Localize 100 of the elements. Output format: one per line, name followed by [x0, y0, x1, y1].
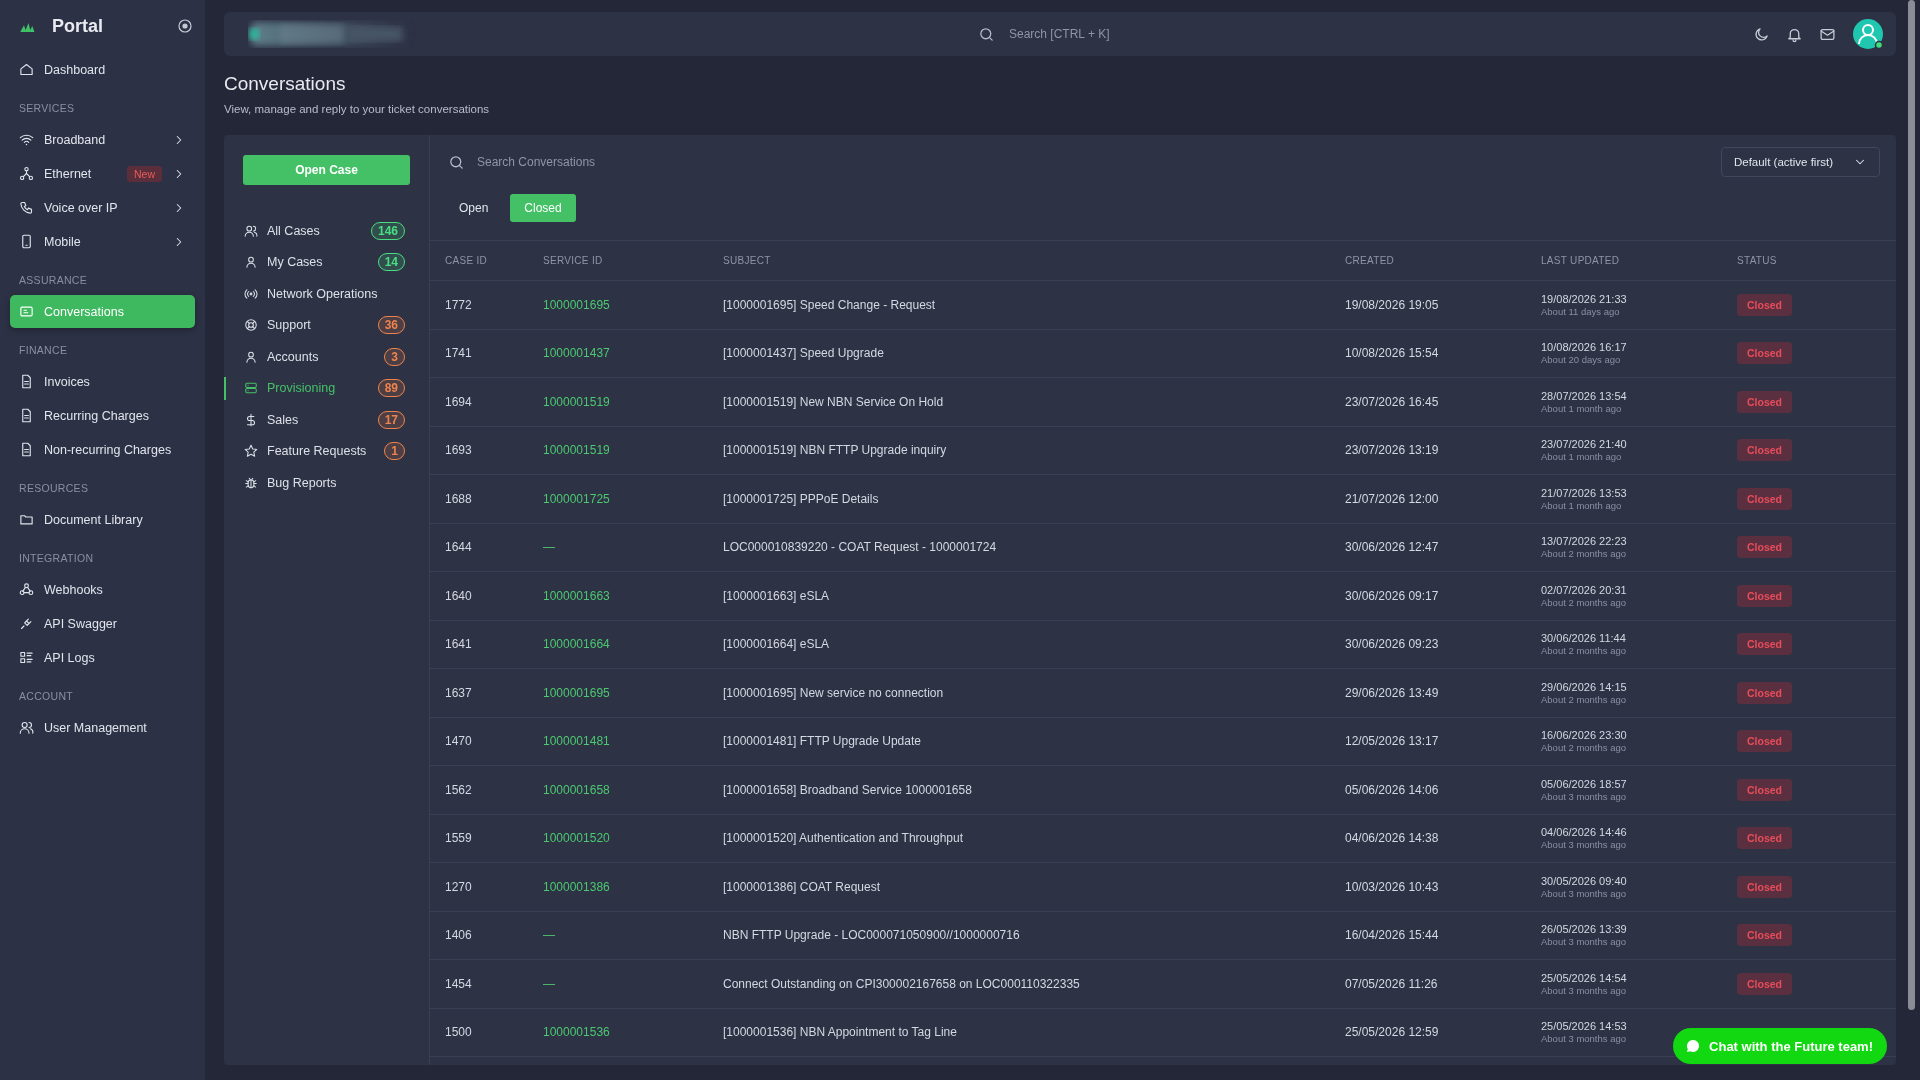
- nav-item[interactable]: API Logs: [10, 641, 195, 674]
- case-category[interactable]: Support 36: [224, 309, 429, 341]
- table-cell: 05/06/2026 18:57: [1541, 777, 1627, 790]
- section-heading: RESOURCES: [18, 481, 90, 496]
- nav-item[interactable]: User Management: [10, 711, 195, 744]
- table-cell-text: LOC000010839220 - COAT Request - 1000001724: [723, 540, 998, 555]
- table-cell-text: 30/06/2026 09:23: [1345, 637, 1440, 652]
- case-category[interactable]: Provisioning 89: [224, 372, 429, 404]
- target-icon[interactable]: [177, 18, 193, 34]
- nav-item[interactable]: Recurring Charges: [10, 399, 195, 432]
- status-badge: Closed: [1737, 972, 1792, 995]
- search-icon: [978, 25, 995, 43]
- service-id-link[interactable]: 1000001481: [543, 734, 610, 749]
- table-cell-text: 1641: [445, 637, 473, 652]
- service-id-link[interactable]: —: [543, 976, 555, 991]
- filter-tab[interactable]: Open: [445, 194, 503, 222]
- nav-item[interactable]: Webhooks: [10, 573, 195, 606]
- table-cell: 16/06/2026 23:30: [1541, 729, 1627, 742]
- relative-time: About 3 months ago: [1541, 1033, 1627, 1045]
- status-badge: Closed: [1737, 342, 1792, 365]
- service-id-link[interactable]: 1000001519: [543, 443, 610, 458]
- relative-time: About 1 month ago: [1541, 451, 1622, 463]
- nav-item[interactable]: API Swagger: [10, 607, 195, 640]
- column-header[interactable]: LAST UPDATED: [1541, 255, 1737, 266]
- case-category[interactable]: My Cases 14: [224, 246, 429, 278]
- moon-icon[interactable]: [1753, 25, 1770, 43]
- nav-item[interactable]: Non-recurring Charges: [10, 433, 195, 466]
- wifi-icon: [19, 132, 34, 147]
- service-id-link[interactable]: 1000001437: [543, 346, 610, 361]
- search-field[interactable]: Search [CTRL + K]: [1007, 26, 1211, 42]
- nav-item[interactable]: Mobile: [10, 225, 195, 258]
- case-category[interactable]: Network Operations: [224, 278, 429, 310]
- table-cell-text: 12/05/2026 13:17: [1345, 734, 1440, 749]
- service-id-link[interactable]: 1000001520: [543, 831, 610, 846]
- column-header[interactable]: CASE ID: [445, 255, 543, 266]
- status-badge: Closed: [1737, 875, 1792, 898]
- table-cell-text: 1406: [445, 928, 473, 943]
- status-badge: Closed: [1737, 293, 1792, 316]
- section-heading: INTEGRATION: [18, 551, 95, 566]
- table-cell: 10/08/2026 16:17: [1541, 341, 1627, 354]
- sort-dropdown[interactable]: Default (active first): [1720, 147, 1880, 177]
- table-cell-text: [1000001664] eSLA: [723, 637, 831, 652]
- status-badge: Closed: [1737, 730, 1792, 753]
- status-badge: Closed: [1737, 390, 1792, 413]
- table-cell-text: 19/08/2026 19:05: [1345, 297, 1440, 312]
- table-cell-text: [1000001519] NBN FTTP Upgrade inquiry: [723, 443, 948, 458]
- column-header[interactable]: STATUS: [1737, 255, 1896, 266]
- document-icon: [19, 408, 34, 423]
- service-id-link[interactable]: 1000001658: [543, 782, 610, 797]
- service-id-link[interactable]: 1000001536: [543, 1025, 610, 1040]
- table-cell-text: 1693: [445, 443, 473, 458]
- table-cell-text: [1000001481] FTTP Upgrade Update: [723, 734, 922, 749]
- table-cell-text: 1640: [445, 588, 473, 603]
- table-cell-text: [1000001519] New NBN Service On Hold: [723, 394, 945, 409]
- service-id-link[interactable]: 1000001663: [543, 588, 610, 603]
- column-header[interactable]: SUBJECT: [723, 255, 1345, 266]
- table-cell: 30/05/2026 09:40: [1541, 874, 1627, 887]
- status-badge: Closed: [1737, 924, 1792, 947]
- case-category[interactable]: Accounts 3: [224, 341, 429, 373]
- table-cell-text: [1000001725] PPPoE Details: [723, 491, 880, 506]
- count-badge: 3: [384, 347, 405, 366]
- document-icon: [19, 374, 34, 389]
- case-category[interactable]: Feature Requests 1: [224, 435, 429, 467]
- column-header[interactable]: CREATED: [1345, 255, 1541, 266]
- nav-item[interactable]: Dashboard: [10, 53, 195, 86]
- service-id-link[interactable]: 1000001519: [543, 394, 610, 409]
- table-cell: 28/07/2026 13:54: [1541, 389, 1627, 402]
- table-cell-text: 1470: [445, 734, 473, 749]
- case-category[interactable]: Sales 17: [224, 404, 429, 436]
- table-cell-text: 1688: [445, 491, 473, 506]
- service-id-link[interactable]: 1000001664: [543, 637, 610, 652]
- case-category[interactable]: Bug Reports: [224, 467, 429, 499]
- service-id-link[interactable]: —: [543, 928, 555, 943]
- column-header[interactable]: SERVICE ID: [543, 255, 723, 266]
- nav-item[interactable]: Invoices: [10, 365, 195, 398]
- section-heading: SERVICES: [18, 101, 76, 116]
- dollar-icon: [244, 412, 258, 427]
- nav-item[interactable]: Broadband: [10, 123, 195, 156]
- table-cell-text: 23/07/2026 13:19: [1345, 443, 1440, 458]
- nav-item[interactable]: Ethernet New: [10, 157, 195, 190]
- service-id-link[interactable]: 1000001386: [543, 879, 610, 894]
- table-cell: 25/05/2026 14:53: [1541, 1020, 1627, 1033]
- mobile-icon: [19, 234, 34, 249]
- case-category[interactable]: All Cases 146: [224, 215, 429, 247]
- nav-item[interactable]: Voice over IP: [10, 191, 195, 224]
- scrollbar[interactable]: [1908, 0, 1915, 1010]
- relative-time: About 2 months ago: [1541, 742, 1627, 754]
- service-id-link[interactable]: —: [543, 540, 555, 555]
- table-cell-text: 10/08/2026 15:54: [1345, 346, 1440, 361]
- table-cell-text: 05/06/2026 14:06: [1345, 782, 1440, 797]
- service-id-link[interactable]: 1000001695: [543, 685, 610, 700]
- status-badge: Closed: [1737, 584, 1792, 607]
- table-cell-text: [1000001695] New service no connection: [723, 685, 945, 700]
- table-cell-text: 07/05/2026 11:26: [1345, 976, 1439, 991]
- service-id-link[interactable]: 1000001695: [543, 297, 610, 312]
- search-field[interactable]: Search Conversations: [475, 154, 679, 170]
- service-id-link[interactable]: 1000001725: [543, 491, 610, 506]
- document-icon: [19, 442, 34, 457]
- nav-item[interactable]: Document Library: [10, 503, 195, 536]
- avatar-icon[interactable]: [1852, 18, 1884, 50]
